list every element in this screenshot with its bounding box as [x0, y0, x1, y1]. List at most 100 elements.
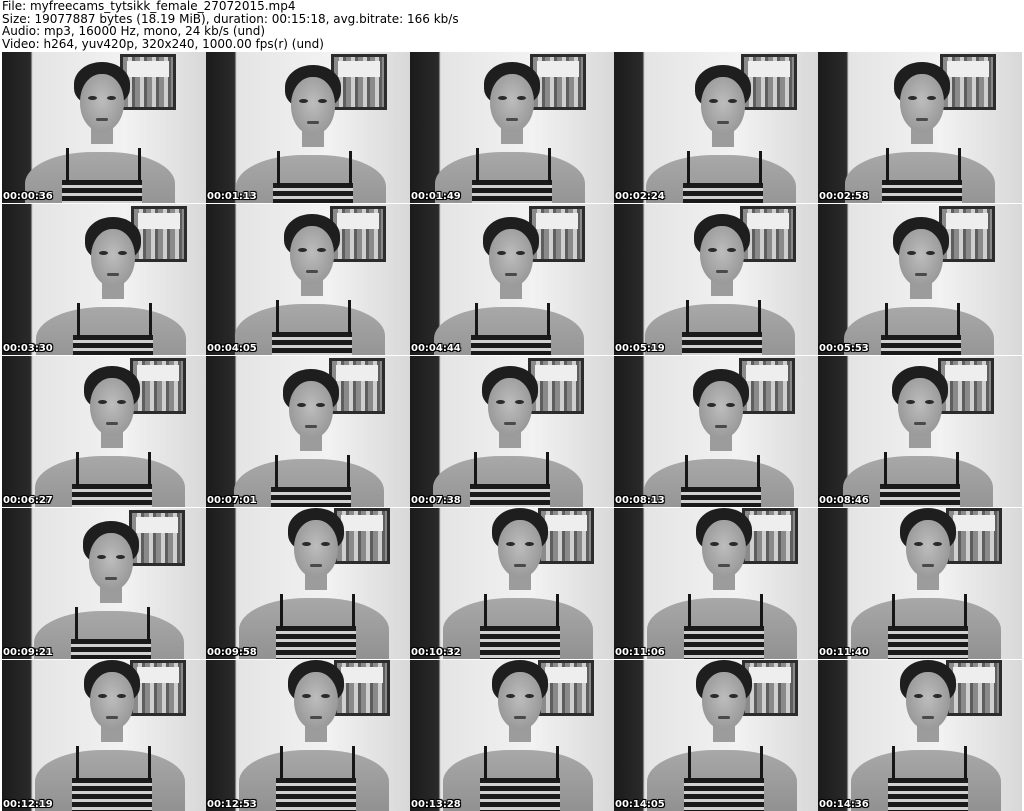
striped-top — [470, 484, 550, 507]
subject-mouth — [716, 270, 728, 273]
subject-mouth — [107, 273, 119, 276]
top-strap — [957, 303, 960, 337]
top-strap — [884, 452, 887, 486]
subject-eye — [98, 400, 107, 404]
subject-mouth — [715, 425, 727, 428]
top-strap — [556, 746, 559, 780]
video-thumbnail: 00:10:32 — [410, 508, 614, 659]
subject-eye — [99, 251, 108, 255]
subject-face — [701, 77, 745, 135]
video-thumbnail: 00:01:13 — [206, 52, 410, 203]
subject-eye — [496, 400, 505, 404]
top-strap — [686, 300, 689, 334]
subject-eye — [925, 400, 934, 404]
subject-eye — [927, 96, 936, 100]
subject-mouth — [105, 577, 117, 580]
thumbnail-grid: 00:00:36 00:01:13 00:01:49 00:02:24 00:02:58… — [2, 52, 1024, 811]
striped-top — [682, 332, 762, 355]
top-strap — [688, 746, 691, 780]
subject-face — [488, 378, 532, 436]
striped-top — [72, 778, 152, 811]
top-strap — [66, 148, 69, 182]
subject-mouth — [718, 716, 730, 719]
thumbnail-timestamp: 00:06:27 — [3, 495, 53, 506]
top-strap — [76, 746, 79, 780]
striped-top — [683, 183, 763, 203]
subject-mouth — [922, 564, 934, 567]
striped-top — [272, 332, 352, 355]
subject-eye — [516, 251, 525, 255]
video-thumbnail: 00:05:19 — [614, 204, 818, 355]
subject-mouth — [717, 121, 729, 124]
video-thumbnail: 00:07:01 — [206, 356, 410, 507]
thumbnail-timestamp: 00:02:24 — [615, 191, 665, 202]
subject-eye — [118, 251, 127, 255]
subject-eye — [298, 248, 307, 252]
subject-eye — [98, 694, 107, 698]
striped-top — [276, 778, 356, 811]
subject-eye — [497, 251, 506, 255]
subject-face — [294, 672, 338, 730]
subject-eye — [709, 99, 718, 103]
video-thumbnail: 00:01:49 — [410, 52, 614, 203]
subject-eye — [506, 694, 515, 698]
subject-eye — [317, 248, 326, 252]
subject-eye — [708, 248, 717, 252]
subject-eye — [498, 96, 507, 100]
subject-mouth — [96, 118, 108, 121]
thumbnail-timestamp: 00:11:06 — [615, 647, 665, 658]
top-strap — [685, 455, 688, 489]
subject-face — [702, 672, 746, 730]
subject-eye — [321, 694, 330, 698]
top-strap — [275, 455, 278, 489]
file-info-header: File: myfreecams_tytsikk_female_27072015… — [2, 0, 1022, 50]
top-strap — [885, 303, 888, 337]
subject-eye — [506, 542, 515, 546]
subject-face — [702, 520, 746, 578]
subject-face — [90, 672, 134, 730]
top-strap — [148, 746, 151, 780]
subject-eye — [728, 99, 737, 103]
subject-mouth — [310, 564, 322, 567]
thumbnail-timestamp: 00:08:46 — [819, 495, 869, 506]
top-strap — [475, 303, 478, 337]
subject-eye — [710, 694, 719, 698]
subject-face — [906, 520, 950, 578]
video-thumbnail: 00:05:53 — [818, 204, 1022, 355]
striped-top — [480, 626, 560, 659]
striped-top — [271, 487, 351, 507]
subject-face — [498, 520, 542, 578]
top-strap — [760, 594, 763, 628]
subject-face — [291, 77, 335, 135]
subject-eye — [517, 96, 526, 100]
top-strap — [958, 148, 961, 182]
striped-top — [471, 335, 551, 355]
subject-eye — [907, 251, 916, 255]
video-thumbnail: 00:09:58 — [206, 508, 410, 659]
striped-top — [881, 335, 961, 355]
subject-mouth — [305, 425, 317, 428]
video-thumbnail: 00:11:06 — [614, 508, 818, 659]
top-strap — [352, 594, 355, 628]
thumbnail-timestamp: 00:00:36 — [3, 191, 53, 202]
thumbnail-timestamp: 00:13:28 — [411, 799, 461, 810]
video-thumbnail: 00:11:40 — [818, 508, 1022, 659]
video-thumbnail: 00:00:36 — [2, 52, 206, 203]
thumbnail-timestamp: 00:07:01 — [207, 495, 257, 506]
subject-mouth — [915, 273, 927, 276]
subject-face — [289, 381, 333, 439]
audio-info-line: Audio: mp3, 16000 Hz, mono, 24 kb/s (und… — [2, 24, 266, 38]
striped-top — [73, 335, 153, 355]
thumbnail-timestamp: 00:01:13 — [207, 191, 257, 202]
subject-face — [91, 229, 135, 287]
top-strap — [892, 594, 895, 628]
subject-mouth — [306, 270, 318, 273]
subject-eye — [116, 555, 125, 559]
top-strap — [759, 151, 762, 185]
thumbnail-timestamp: 00:04:05 — [207, 343, 257, 354]
subject-face — [699, 381, 743, 439]
video-thumbnail: 00:14:05 — [614, 660, 818, 811]
video-thumbnail: 00:03:30 — [2, 204, 206, 355]
top-strap — [760, 746, 763, 780]
top-strap — [688, 594, 691, 628]
